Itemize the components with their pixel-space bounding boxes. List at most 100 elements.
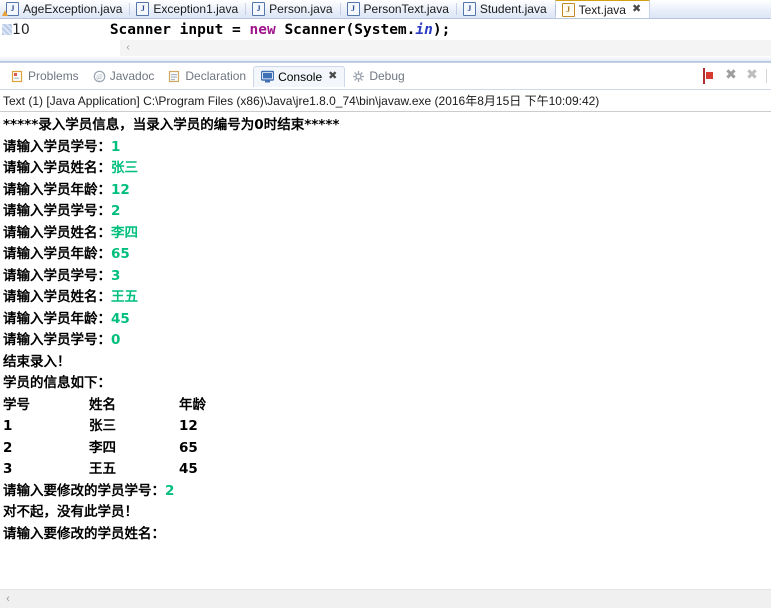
view-tab-label: Console: [278, 69, 323, 84]
svg-text:@: @: [96, 73, 103, 81]
console-prompt-text: 请输入学员学号：: [3, 203, 111, 219]
console-prompt-line: 请输入学员姓名：王五: [3, 287, 771, 309]
editor-tab-exception1-java[interactable]: J Exception1.java: [129, 0, 246, 18]
tab-problems[interactable]: Problems: [4, 66, 86, 86]
view-tab-label: Javadoc: [109, 69, 155, 83]
view-tab-close-icon[interactable]: ✖: [328, 71, 337, 82]
scroll-left-arrow-icon[interactable]: ‹: [120, 43, 136, 53]
remove-launch-button[interactable]: ✖: [724, 67, 738, 83]
editor-tab-close-icon[interactable]: ✖: [632, 4, 641, 15]
editor-code-area[interactable]: 10 Scanner input = new Scanner(System.in…: [0, 19, 771, 40]
console-input-echo: 张三: [111, 160, 138, 176]
console-prompt-text: 请输入学员学号：: [3, 332, 111, 348]
editor-tab-persontext-java[interactable]: J PersonText.java: [339, 0, 457, 18]
console-input-echo: 12: [111, 181, 130, 198]
table-cell-name: 李四: [89, 439, 116, 456]
console-table-row: 1 张三 12: [3, 416, 771, 438]
console-input-echo: 65: [111, 246, 130, 262]
editor-tab-label: Text.java: [578, 2, 626, 17]
problems-icon: [11, 70, 24, 83]
console-prompt-line: 请输入学员姓名：李四: [3, 223, 771, 245]
code-keyword-new: new: [249, 21, 276, 38]
view-tab-bar: Problems @ Javadoc Declaration Console ✖ Debug…: [0, 63, 771, 90]
table-cell-name: 张三: [89, 418, 116, 434]
console-input-echo: 2: [111, 203, 121, 219]
editor-tab-text-java[interactable]: J Text.java ✖: [554, 0, 651, 18]
editor-horizontal-scrollbar[interactable]: ‹: [120, 40, 771, 56]
table-cell-id: 2: [3, 439, 13, 456]
java-file-icon: J: [136, 2, 150, 16]
console-table-row: 3 王五 45: [3, 459, 771, 481]
console-prompt-line: 请输入要修改的学员姓名：: [3, 524, 771, 546]
tab-debug[interactable]: Debug: [345, 66, 411, 86]
editor-bottom-edge: [0, 56, 771, 62]
scroll-left-arrow-icon[interactable]: ‹: [0, 593, 16, 605]
console-prompt-text: 请输入学员姓名：: [3, 224, 111, 241]
console-input-echo: 3: [111, 267, 121, 284]
debug-icon: [352, 70, 365, 83]
view-tab-label: Declaration: [185, 69, 247, 83]
console-output-line: 对不起，没有此学员！: [3, 504, 138, 520]
table-cell-age: 12: [179, 418, 198, 434]
editor-line-number: 10: [12, 21, 30, 38]
editor-tab-student-java[interactable]: J Student.java: [455, 0, 555, 18]
java-file-icon: J: [561, 2, 575, 17]
view-tab-label: Problems: [28, 69, 79, 83]
console-prompt-line: 请输入学员年龄：65: [3, 244, 771, 266]
code-segment-2: Scanner(System.: [275, 21, 416, 38]
tab-console[interactable]: Console ✖: [253, 65, 346, 87]
console-launch-header: Text (1) [Java Application] C:\Program F…: [0, 90, 771, 112]
console-input-echo: 李四: [111, 224, 138, 241]
java-file-icon: J: [462, 2, 476, 16]
toolbar-divider: [766, 69, 767, 83]
console-prompt-line: 请输入要修改的学员学号：2: [3, 481, 771, 503]
java-file-icon: J: [252, 2, 266, 16]
editor-tab-label: Student.java: [479, 2, 547, 16]
console-prompt-text: 请输入学员年龄：: [3, 310, 111, 327]
javadoc-icon: @: [93, 70, 106, 83]
editor-tab-label: AgeException.java: [23, 2, 123, 16]
console-icon: [260, 70, 275, 83]
editor-tab-label: Exception1.java: [153, 2, 239, 16]
code-segment-1: Scanner input =: [109, 21, 250, 38]
table-cell-id: 3: [3, 461, 13, 477]
remove-all-launches-button[interactable]: ✖: [745, 68, 759, 83]
editor-tab-bar: J AgeException.java J Exception1.java J Perso…: [0, 0, 771, 19]
tab-javadoc[interactable]: @ Javadoc: [86, 66, 162, 86]
line-marker-icon: [2, 24, 12, 35]
table-cell-id: 学号: [3, 396, 30, 413]
console-prompt-text: 请输入要修改的学员学号：: [3, 482, 165, 499]
console-horizontal-scrollbar[interactable]: ‹: [0, 589, 771, 608]
table-cell-age: 45: [179, 461, 198, 477]
editor-code-line[interactable]: Scanner input = new Scanner(System.in);: [110, 22, 451, 38]
tab-declaration[interactable]: Declaration: [161, 66, 253, 86]
console-prompt-line: 请输入学员学号：0: [3, 330, 771, 352]
close-icon: ✖: [725, 67, 737, 83]
code-field-in: in: [415, 21, 433, 38]
console-input-echo: 0: [111, 332, 121, 348]
console-prompt-text: 请输入学员学号：: [3, 267, 111, 284]
console-prompt-line: 请输入学员年龄：12: [3, 180, 771, 202]
table-cell-age: 年龄: [179, 396, 206, 413]
eclipse-window: J AgeException.java J Exception1.java J Perso…: [0, 0, 771, 608]
console-output-line: *****录入学员信息，当录入学员的编号为0时结束*****: [3, 117, 340, 133]
console-output[interactable]: *****录入学员信息，当录入学员的编号为0时结束***** 请输入学员学号：1 请…: [0, 112, 771, 585]
console-prompt-text: 请输入学员年龄：: [3, 181, 111, 198]
console-prompt-text: 请输入学员姓名：: [3, 289, 111, 305]
terminate-button[interactable]: [703, 68, 717, 84]
editor-tab-ageexception-java[interactable]: J AgeException.java: [0, 0, 130, 18]
table-cell-age: 65: [179, 439, 198, 456]
console-prompt-text: 请输入学员学号：: [3, 138, 111, 155]
console-input-echo: 王五: [111, 289, 138, 305]
console-output-line: 结束录入！: [3, 353, 71, 370]
console-prompt-line: 请输入学员姓名：张三: [3, 158, 771, 180]
java-file-warning-icon: J: [2, 2, 19, 16]
editor-tab-person-java[interactable]: J Person.java: [245, 0, 340, 18]
table-cell-name: 王五: [89, 461, 116, 477]
console-prompt-line: 请输入学员学号：3: [3, 266, 771, 288]
console-prompt-text: 请输入学员姓名：: [3, 160, 111, 176]
declaration-icon: [168, 70, 181, 83]
console-prompt-line: 请输入学员年龄：45: [3, 309, 771, 331]
java-file-icon: J: [346, 2, 360, 16]
view-tab-label: Debug: [369, 69, 405, 83]
